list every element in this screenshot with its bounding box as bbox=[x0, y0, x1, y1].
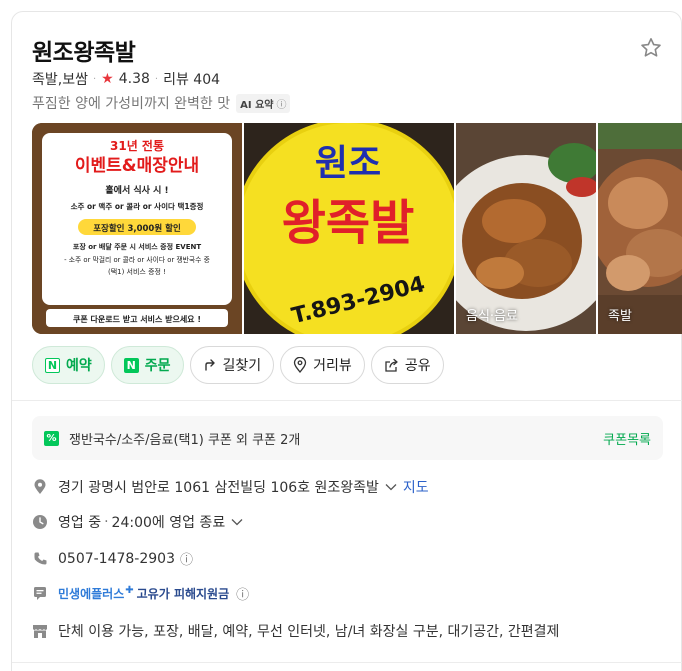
ai-summary-badge[interactable]: AI 요약 ⓘ bbox=[236, 93, 291, 113]
photo-label-jokbal: 족발 bbox=[608, 309, 632, 324]
direction-icon bbox=[204, 359, 215, 371]
sign-main-text: 왕족발 bbox=[282, 195, 414, 251]
directions-label: 길찾기 bbox=[222, 358, 262, 374]
photo-food[interactable]: 음식·음료 bbox=[456, 123, 596, 334]
jokbal-image bbox=[598, 123, 682, 334]
action-buttons: N 예약 N 주문 길찾기 거리뷰 공유 bbox=[32, 346, 444, 384]
share-button[interactable]: 공유 bbox=[370, 346, 444, 384]
address-text: 경기 광명시 범안로 1061 삼전빌딩 106호 원조왕족발 bbox=[58, 480, 379, 496]
photo-jokbal[interactable]: 족발 bbox=[598, 123, 682, 334]
sign-top-text: 원조 bbox=[315, 143, 381, 184]
coupon-list-link[interactable]: 쿠폰목록 bbox=[603, 429, 651, 448]
address-row: 경기 광명시 범안로 1061 삼전빌딩 106호 원조왕족발 지도 bbox=[32, 477, 429, 497]
directions-button[interactable]: 길찾기 bbox=[189, 346, 275, 384]
phone-row: 0507-1478-2903 ⓘ bbox=[32, 549, 193, 568]
photo-event-poster[interactable]: 31년 전통 이벤트&매장안내 홀에서 식사 시 ! 소주 or 맥주 or 콜… bbox=[32, 123, 242, 334]
coupon-text: 쟁반국수/소주/음료(택1) 쿠폰 외 쿠폰 2개 bbox=[69, 432, 301, 448]
poster-line2-text: 소주 or 맥주 or 콜라 or 사이다 택1증정 bbox=[71, 201, 204, 211]
separator-dot: · bbox=[104, 514, 109, 530]
map-link[interactable]: 지도 bbox=[403, 477, 429, 497]
amenities-row: 단체 이용 가능, 포장, 배달, 예약, 무선 인터넷, 남/녀 화장실 구분… bbox=[32, 621, 559, 641]
photo-store-sign[interactable]: 원조 왕족발 T.893-2904 bbox=[244, 123, 454, 334]
poster-headline-text: 이벤트&매장안내 bbox=[75, 156, 199, 176]
location-pin-icon bbox=[32, 479, 48, 495]
separator-dot: · bbox=[154, 73, 159, 85]
review-count-link[interactable]: 리뷰 404 bbox=[163, 69, 220, 89]
info-icon[interactable]: ⓘ bbox=[180, 549, 193, 568]
reserve-label: 예약 bbox=[66, 358, 92, 374]
poster-line1-text: 홀에서 식사 시 ! bbox=[105, 184, 168, 196]
promotion-icon bbox=[32, 586, 48, 602]
photo-label-food: 음식·음료 bbox=[466, 309, 518, 324]
share-icon bbox=[385, 358, 398, 372]
ai-badge-label: AI 요약 bbox=[240, 99, 274, 111]
street-view-label: 거리뷰 bbox=[313, 358, 352, 374]
info-icon[interactable]: ⓘ bbox=[236, 584, 249, 603]
naver-n-icon: N bbox=[45, 357, 60, 373]
summary-text: 푸짐한 양에 가성비까지 완벽한 맛 bbox=[32, 96, 231, 112]
promo-minsaeng-label: 민생에플러스 bbox=[58, 587, 125, 601]
order-label: 주문 bbox=[144, 358, 171, 374]
place-meta: 족발,보쌈 · ★ 4.38 · 리뷰 404 bbox=[32, 69, 220, 89]
bottom-divider bbox=[12, 662, 682, 663]
poster-line3-text: 포장 or 배달 주문 시 서비스 증정 EVENT bbox=[73, 242, 201, 251]
place-card: 원조왕족발 족발,보쌈 · ★ 4.38 · 리뷰 404 푸짐한 양에 가성비… bbox=[11, 11, 682, 671]
ai-summary: 푸짐한 양에 가성비까지 완벽한 맛 AI 요약 ⓘ bbox=[32, 93, 291, 113]
category-label: 족발,보쌈 bbox=[32, 72, 88, 88]
store-icon bbox=[32, 623, 48, 639]
plus-icon: ✚ bbox=[125, 585, 134, 596]
phone-icon bbox=[32, 551, 48, 567]
poster-footer-text: 쿠폰 다운로드 받고 서비스 받으세요 ! bbox=[73, 314, 201, 324]
open-status: 영업 중 bbox=[58, 515, 102, 531]
rating-star-icon: ★ bbox=[101, 71, 114, 87]
hours-row[interactable]: 영업 중 · 24:00에 영업 종료 bbox=[32, 512, 243, 532]
reserve-button[interactable]: N 예약 bbox=[32, 346, 105, 384]
poster-year-text: 31년 전통 bbox=[110, 138, 164, 153]
chevron-down-icon[interactable] bbox=[385, 479, 397, 495]
event-poster-image: 31년 전통 이벤트&매장안내 홀에서 식사 시 ! 소주 or 맥주 or 콜… bbox=[32, 123, 242, 334]
store-sign-image: 원조 왕족발 T.893-2904 bbox=[244, 123, 454, 334]
poster-discount-text: 포장할인 3,000원 할인 bbox=[93, 223, 181, 234]
street-view-button[interactable]: 거리뷰 bbox=[280, 346, 365, 384]
photo-strip: 31년 전통 이벤트&매장안내 홀에서 식사 시 ! 소주 or 맥주 or 콜… bbox=[32, 123, 682, 334]
share-label: 공유 bbox=[404, 358, 431, 374]
poster-line4-text: - 소주 or 막걸리 or 콜라 or 사이다 or 쟁반국수 중 bbox=[64, 255, 210, 264]
section-divider bbox=[12, 400, 682, 401]
order-button[interactable]: N 주문 bbox=[110, 346, 184, 384]
separator-dot: · bbox=[92, 73, 97, 85]
naver-n-icon: N bbox=[123, 357, 139, 373]
phone-number[interactable]: 0507-1478-2903 bbox=[58, 551, 175, 567]
closing-time: 24:00에 영업 종료 bbox=[111, 515, 226, 531]
amenities-text: 단체 이용 가능, 포장, 배달, 예약, 무선 인터넷, 남/녀 화장실 구분… bbox=[58, 624, 560, 640]
poster-line5-text: (택1) 서비스 증정 ! bbox=[108, 267, 166, 276]
coupon-banner[interactable]: % 쟁반국수/소주/음료(택1) 쿠폰 외 쿠폰 2개 쿠폰목록 bbox=[32, 416, 663, 460]
promo-fuel-support-label: 고유가 피해지원금 bbox=[136, 587, 230, 601]
chevron-down-icon[interactable] bbox=[231, 514, 243, 530]
clock-icon bbox=[32, 514, 48, 530]
bookmark-star-icon[interactable] bbox=[639, 36, 663, 60]
promo-row: 민생에플러스 ✚ 고유가 피해지원금 ⓘ bbox=[32, 584, 249, 603]
location-pin-icon bbox=[294, 357, 307, 373]
food-image bbox=[456, 123, 596, 334]
rating-value: 4.38 bbox=[118, 71, 150, 87]
place-name[interactable]: 원조왕족발 bbox=[32, 33, 136, 67]
info-icon: ⓘ bbox=[276, 99, 287, 111]
coupon-percent-icon: % bbox=[44, 430, 59, 446]
